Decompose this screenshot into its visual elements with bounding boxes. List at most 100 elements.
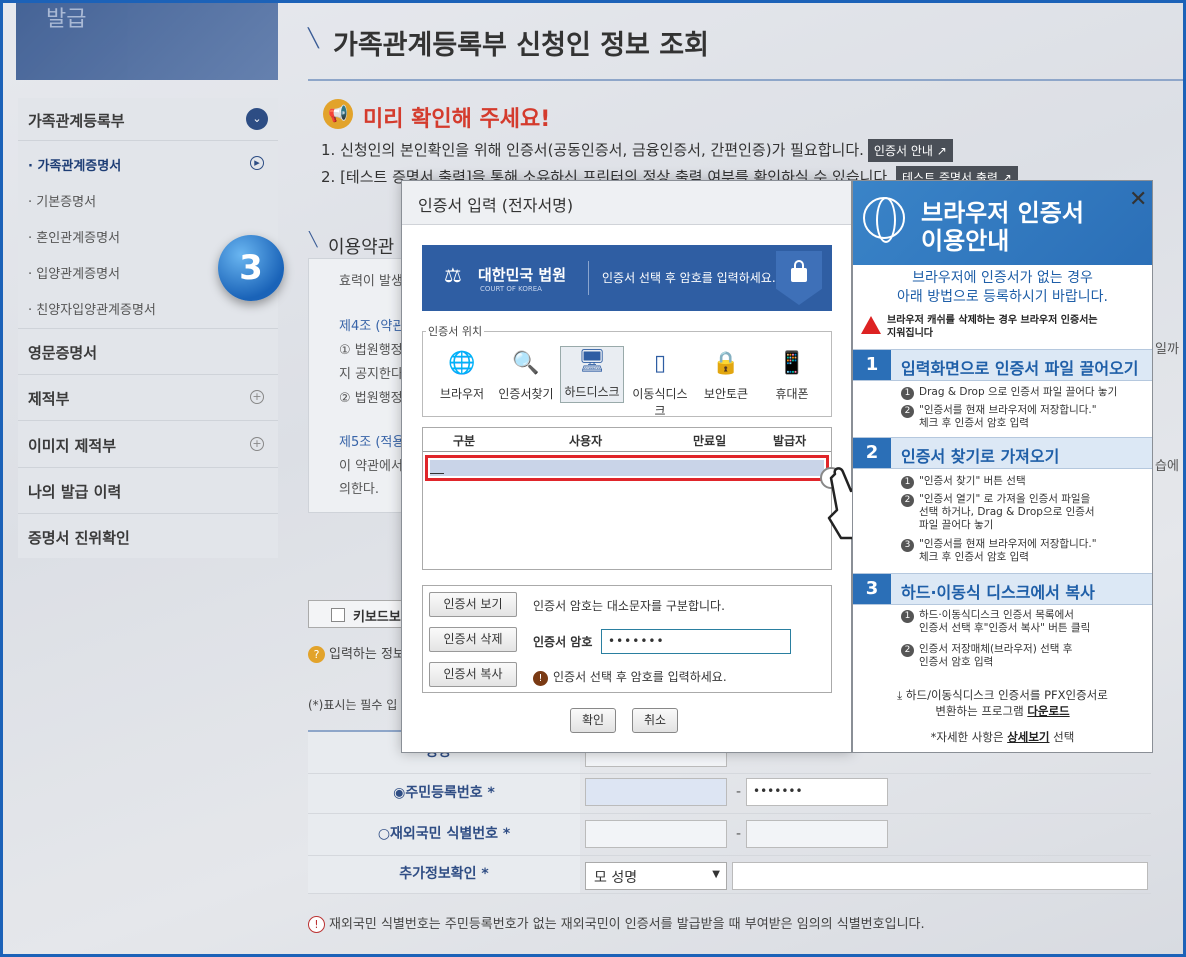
guide-step: 1 Drag & Drop 으로 인증서 파일 끌어다 놓기 — [901, 386, 1117, 400]
ok-button[interactable]: 확인 — [570, 708, 616, 733]
location-label: 하드디스크 — [564, 385, 620, 399]
sidebar-item-family-cert[interactable]: · 가족관계증명서 — [28, 155, 121, 174]
checkbox[interactable] — [331, 608, 345, 622]
rrn-back-input[interactable]: ••••••• — [746, 778, 888, 806]
case-sensitive-note: 인증서 암호는 대소문자를 구분합니다. — [533, 599, 725, 613]
location-label: 이동식디스크 — [632, 387, 688, 418]
cert-list[interactable]: 구분 사용자 만료일 발급자 — [422, 427, 832, 570]
location-security-token[interactable]: 🔒 보안토큰 — [694, 349, 758, 402]
logo-text: 발급 — [46, 7, 87, 32]
required-note: (*)표시는 필수 입 — [308, 698, 398, 712]
guide-step-text: 하드·이동식디스크 인증서 목록에서 — [919, 609, 1074, 621]
extra-info-label: 추가정보확인 * — [308, 856, 580, 893]
sidebar: 가족관계등록부 ⌄ · 가족관계증명서 ▸ · 기본증명서 · 혼인관계증명서 … — [18, 98, 278, 558]
close-icon[interactable]: ✕ — [1129, 187, 1147, 212]
rrn-front-input[interactable] — [585, 778, 727, 806]
terms-line: 제5조 (적용 — [339, 435, 405, 450]
download-link[interactable]: 다운로드 — [1027, 704, 1069, 718]
step-number-icon: 3 — [901, 539, 914, 552]
guide-section-2: 2 인증서 찾기로 가져오기 — [853, 437, 1152, 469]
title-mark-icon: ╲ — [308, 28, 319, 49]
radio-selected-icon[interactable]: ◉ — [393, 785, 405, 801]
cancel-button[interactable]: 취소 — [632, 708, 678, 733]
notice-line-1-text: 1. 신청인의 본인확인을 위해 인증서(공동인증서, 금융인증서, 간편인증)… — [321, 141, 864, 159]
rrn-label-text: 주민등록번호 * — [405, 785, 495, 801]
extra-info-input[interactable] — [732, 862, 1148, 890]
plus-icon[interactable]: + — [250, 437, 264, 451]
sidebar-section-family[interactable]: 가족관계등록부 — [28, 110, 125, 131]
cache-warning-line1: 브라우저 캐쉬를 삭제하는 경우 브라우저 인증서는 — [887, 315, 1098, 326]
dialog-title: 인증서 입력 (전자서명) — [418, 196, 574, 215]
section-number: 1 — [853, 350, 891, 380]
sidebar-item-marriage-cert[interactable]: · 혼인관계증명서 — [28, 227, 120, 246]
footnote-text: 재외국민 식별번호는 주민등록번호가 없는 재외국민이 인증서를 발급받을 때 … — [329, 917, 925, 932]
cert-guide-button[interactable]: 인증서 안내 ↗ — [867, 139, 953, 162]
guide-section-3: 3 하드·이동식 디스크에서 복사 — [853, 573, 1152, 605]
step-number-icon: 2 — [901, 405, 914, 418]
foreign-back-input[interactable] — [746, 820, 888, 848]
guide-step-text: 파일 끌어다 놓기 — [919, 519, 994, 531]
globe-icon: 🌐 — [448, 351, 476, 376]
divider — [18, 328, 278, 329]
guide-step-text: 인증서 저장매체(브라우저) 선택 후 — [919, 643, 1073, 655]
sidebar-item-full-adoption-cert[interactable]: · 친양자입양관계증명서 — [28, 299, 156, 318]
sidebar-item-removed-register[interactable]: 제적부 — [28, 388, 69, 409]
dialog-header: 인증서 입력 (전자서명) — [402, 181, 851, 225]
location-cert-search[interactable]: 🔍 인증서찾기 — [494, 349, 558, 402]
pfx-note-line1: ⤓ 하드/이동식디스크 인증서를 PFX인증서로 — [853, 687, 1152, 703]
banner-subtitle: COURT OF KOREA — [480, 285, 542, 293]
step-number-icon: 2 — [901, 494, 914, 507]
guide-subtitle-line2: 아래 방법으로 등록하시기 바랍니다. — [897, 289, 1108, 305]
page-title: 가족관계등록부 신청인 정보 조회 — [333, 30, 709, 61]
radio-icon[interactable]: ○ — [378, 826, 390, 842]
guide-step-text: "인증서 찾기" 버튼 선택 — [919, 475, 1026, 487]
cert-password-input[interactable]: ••••••• — [601, 629, 791, 654]
play-icon[interactable]: ▸ — [250, 156, 264, 170]
sidebar-item-adoption-cert[interactable]: · 입양관계증명서 — [28, 263, 120, 282]
view-cert-button[interactable]: 인증서 보기 — [429, 592, 517, 617]
terms-title: 이용약관 — [328, 237, 395, 258]
cert-search-icon: 🔍 — [512, 351, 540, 376]
guide-step-text: 체크 후 인증서 암호 입력 — [919, 417, 1029, 429]
terms-line: 이 약관에서 — [339, 459, 403, 474]
chevron-down-icon: ▼ — [712, 869, 720, 880]
cert-row-selected[interactable] — [425, 455, 829, 481]
court-banner: ⚖ 대한민국 법원 COURT OF KOREA 인증서 선택 후 암호를 입력… — [422, 245, 832, 311]
cert-dialog: 인증서 입력 (전자서명) ⚖ 대한민국 법원 COURT OF KOREA 인… — [401, 180, 852, 753]
phone-icon: 📱 — [778, 351, 806, 376]
step-badge: 3 — [218, 235, 284, 301]
password-warning: ! 인증서 선택 후 암호를 입력하세요. — [533, 668, 727, 686]
keyboard-security-toggle[interactable]: 키보드보 — [308, 600, 402, 628]
location-removable-disk[interactable]: ▯ 이동식디스크 — [628, 349, 692, 419]
question-icon: ? — [308, 646, 325, 663]
foreign-front-input[interactable] — [585, 820, 727, 848]
location-label: 보안토큰 — [703, 387, 749, 401]
guide-title-line1: 브라우저 인증서 — [921, 199, 1084, 227]
extra-info-select[interactable]: 모 성명 ▼ — [585, 862, 727, 890]
location-phone[interactable]: 📱 휴대폰 — [760, 349, 824, 402]
pfx-note-text: 변환하는 프로그램 — [935, 704, 1028, 718]
form-row-rrn: ◉주민등록번호 * - ••••••• — [308, 774, 1151, 814]
sidebar-item-verify[interactable]: 증명서 진위확인 — [28, 527, 130, 548]
location-browser[interactable]: 🌐 브라우저 — [430, 349, 494, 402]
sidebar-item-history[interactable]: 나의 발급 이력 — [28, 481, 121, 502]
delete-cert-button[interactable]: 인증서 삭제 — [429, 627, 517, 652]
sidebar-item-image-register[interactable]: 이미지 제적부 — [28, 435, 116, 456]
section-number: 3 — [853, 574, 891, 604]
browser-cert-guide: 브라우저 인증서 이용안내 ✕ 브라우저에 인증서가 없는 경우 아래 방법으로 등… — [852, 180, 1153, 753]
guide-step: 2 "인증서 열기" 로 가져올 인증서 파일을 선택 하거나, Drag & Dr… — [901, 493, 1095, 532]
chevron-down-icon[interactable]: ⌄ — [246, 108, 268, 130]
location-label: 인증서찾기 — [498, 387, 554, 401]
banner-instruction: 인증서 선택 후 암호를 입력하세요. — [602, 271, 776, 285]
details-link[interactable]: 상세보기 — [1007, 730, 1049, 744]
sidebar-item-english[interactable]: 영문증명서 — [28, 342, 97, 363]
plus-icon[interactable]: + — [250, 390, 264, 404]
section-label: 하드·이동식 디스크에서 복사 — [901, 583, 1095, 602]
detail-note: *자세한 사항은 상세보기 선택 — [853, 729, 1152, 745]
sidebar-item-basic-cert[interactable]: · 기본증명서 — [28, 191, 96, 210]
keyboard-label: 키보드보 — [353, 610, 401, 625]
location-hard-disk[interactable]: 🖥 하드디스크 — [560, 346, 624, 403]
banner-title: 대한민국 법원 — [478, 266, 567, 284]
copy-cert-button[interactable]: 인증서 복사 — [429, 662, 517, 687]
guide-step-text: "인증서를 현재 브라우저에 저장합니다." — [919, 404, 1097, 416]
